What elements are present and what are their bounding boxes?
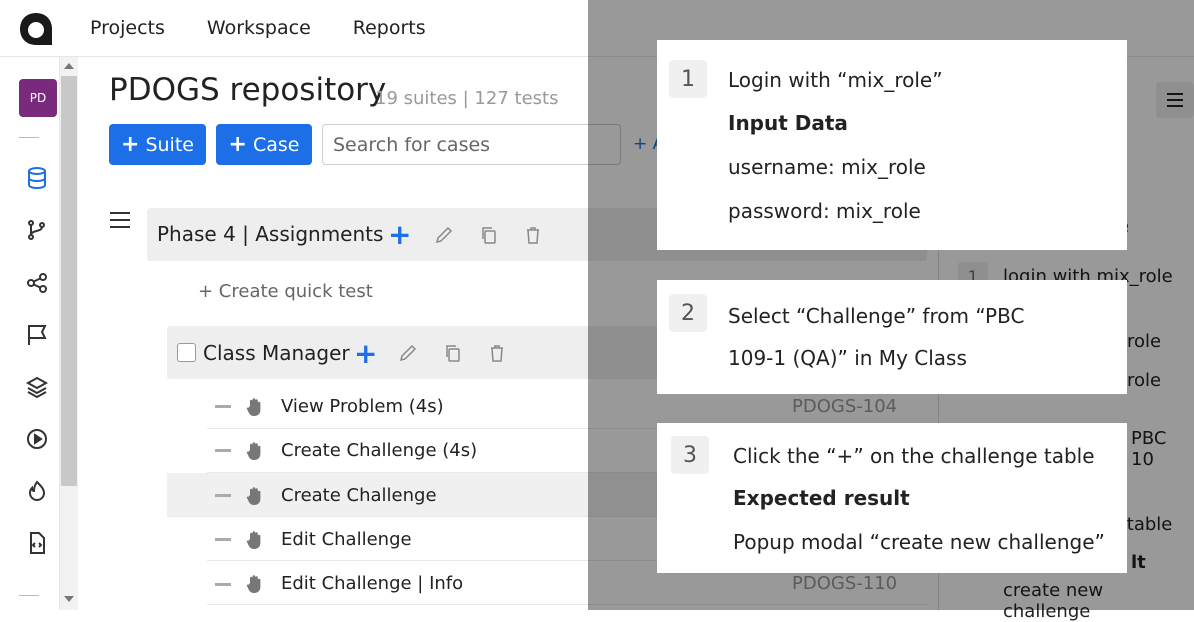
add-case-button[interactable]: + Case: [216, 124, 312, 165]
case-title[interactable]: Create Challenge: [281, 485, 437, 506]
database-icon[interactable]: [25, 166, 49, 190]
manual-hand-icon: [246, 575, 261, 593]
share-icon[interactable]: [25, 271, 49, 295]
branch-icon[interactable]: [25, 218, 49, 242]
nav-projects[interactable]: Projects: [90, 17, 165, 39]
defect-icon[interactable]: [25, 479, 49, 503]
flag-icon[interactable]: [25, 323, 49, 347]
plus-icon: +: [228, 132, 247, 157]
repo-stats: 19 suites | 127 tests: [375, 88, 559, 109]
manual-hand-icon: [246, 398, 261, 416]
step-action: 109-1 (QA)” in My Class: [728, 346, 967, 370]
step-data: username: mix_role: [728, 155, 926, 179]
suite-title[interactable]: Class Manager: [203, 341, 350, 365]
top-nav: Projects Workspace Reports: [90, 17, 426, 39]
plus-icon: +: [121, 132, 140, 157]
sidebar-divider: [19, 595, 39, 596]
scroll-down-icon[interactable]: [64, 596, 74, 602]
case-title[interactable]: Edit Challenge | Info: [281, 573, 463, 594]
scroll-up-icon[interactable]: [64, 63, 74, 69]
sidebar-divider: [19, 137, 39, 138]
edit-icon[interactable]: [434, 225, 454, 245]
copy-icon[interactable]: [443, 343, 463, 363]
priority-icon: [215, 538, 231, 541]
create-quick-test-link[interactable]: + Create quick test: [198, 281, 373, 302]
play-circle-icon[interactable]: [25, 427, 49, 451]
step-card: 1 Login with “mix_role” Input Data usern…: [657, 40, 1127, 250]
project-avatar[interactable]: PD: [19, 79, 57, 117]
search-input[interactable]: [322, 124, 621, 165]
add-suite-button[interactable]: + Suite: [109, 124, 206, 165]
sidebar-scroll-thumb[interactable]: [61, 76, 77, 486]
layers-icon[interactable]: [25, 375, 49, 399]
collapse-menu-icon[interactable]: [110, 212, 130, 228]
add-case-icon[interactable]: +: [354, 340, 377, 368]
manual-hand-icon: [246, 531, 261, 549]
page-title: PDOGS repository: [109, 72, 387, 108]
priority-icon: [215, 583, 231, 586]
step-expected: Popup modal “create new challenge”: [733, 530, 1105, 554]
step-section-heading: Expected result: [733, 486, 910, 510]
priority-icon: [215, 405, 231, 408]
step-number: 1: [669, 60, 707, 98]
suite-title[interactable]: Phase 4 | Assignments: [157, 222, 383, 246]
manual-hand-icon: [246, 442, 261, 460]
priority-icon: [215, 449, 231, 452]
step-section-heading: Input Data: [728, 111, 848, 135]
case-title[interactable]: Edit Challenge: [281, 529, 412, 550]
step-action: Click the “+” on the challenge table: [733, 444, 1095, 468]
code-file-icon[interactable]: [25, 531, 49, 555]
step-action: Login with “mix_role”: [728, 68, 943, 92]
trash-icon[interactable]: [523, 225, 543, 245]
copy-icon[interactable]: [479, 225, 499, 245]
case-title[interactable]: Create Challenge (4s): [281, 440, 477, 461]
app-logo[interactable]: [18, 11, 54, 47]
step-action: Select “Challenge” from “PBC: [728, 304, 1025, 328]
step-number: 2: [669, 294, 707, 332]
step-card: 2 Select “Challenge” from “PBC 109-1 (QA…: [657, 280, 1127, 394]
nav-reports[interactable]: Reports: [353, 17, 426, 39]
trash-icon[interactable]: [487, 343, 507, 363]
nav-workspace[interactable]: Workspace: [207, 17, 311, 39]
step-number: 3: [671, 436, 709, 474]
suite-checkbox[interactable]: [177, 343, 196, 362]
manual-hand-icon: [246, 487, 261, 505]
edit-icon[interactable]: [398, 343, 418, 363]
add-case-icon[interactable]: +: [388, 221, 411, 249]
step-card: 3 Click the “+” on the challenge table E…: [657, 423, 1127, 573]
step-data: password: mix_role: [728, 199, 921, 223]
priority-icon: [215, 494, 231, 497]
case-title[interactable]: View Problem (4s): [281, 396, 444, 417]
sidebar: PD: [0, 57, 60, 610]
